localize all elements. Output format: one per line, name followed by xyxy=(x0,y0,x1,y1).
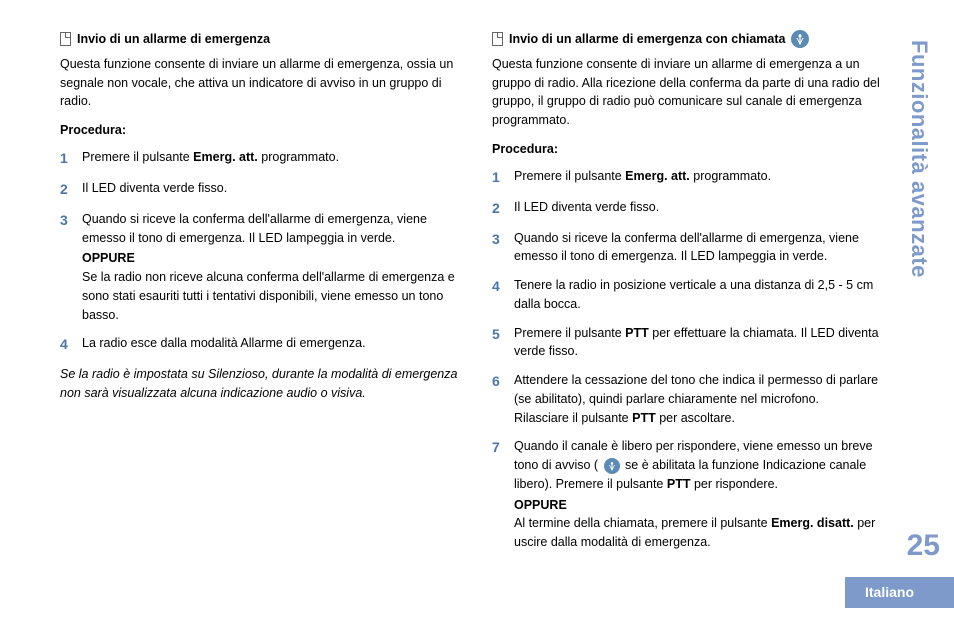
step-item: 4 Tenere la radio in posizione verticale … xyxy=(492,276,894,314)
step-number: 1 xyxy=(492,167,504,188)
antenna-icon xyxy=(791,30,809,48)
document-icon xyxy=(60,32,71,46)
left-title-text: Invio di un allarme di emergenza xyxy=(77,30,270,49)
step-item: 7 Quando il canale è libero per risponder… xyxy=(492,437,894,552)
step-body: Tenere la radio in posizione verticale a… xyxy=(514,276,894,314)
left-steps: 1 Premere il pulsante Emerg. att. program… xyxy=(60,148,462,356)
step-number: 4 xyxy=(492,276,504,297)
page-content: Invio di un allarme di emergenza Questa … xyxy=(0,0,954,592)
step-number: 7 xyxy=(492,437,504,458)
step-body: Premere il pulsante Emerg. att. programm… xyxy=(82,148,462,167)
section-sidebar-title: Funzionalità avanzate xyxy=(903,40,936,278)
right-title-text: Invio di un allarme di emergenza con chi… xyxy=(509,30,785,49)
step-number: 1 xyxy=(60,148,72,169)
left-note: Se la radio è impostata su Silenzioso, d… xyxy=(60,365,462,403)
step-item: 3 Quando si riceve la conferma dell'allar… xyxy=(60,210,462,325)
step-body: Il LED diventa verde fisso. xyxy=(82,179,462,198)
step-body: Quando si riceve la conferma dell'allarm… xyxy=(82,210,462,325)
step-item: 1 Premere il pulsante Emerg. att. program… xyxy=(492,167,894,188)
page-number: 25 xyxy=(907,523,940,568)
step-number: 2 xyxy=(60,179,72,200)
step-item: 4 La radio esce dalla modalità Allarme di… xyxy=(60,334,462,355)
step-item: 6 Attendere la cessazione del tono che in… xyxy=(492,371,894,427)
left-section-title: Invio di un allarme di emergenza xyxy=(60,30,462,49)
step-body: Premere il pulsante Emerg. att. programm… xyxy=(514,167,894,186)
step-body: Attendere la cessazione del tono che ind… xyxy=(514,371,894,427)
left-column: Invio di un allarme di emergenza Questa … xyxy=(60,30,462,562)
step-body: Premere il pulsante PTT per effettuare l… xyxy=(514,324,894,362)
step-number: 3 xyxy=(60,210,72,231)
right-proc-label: Procedura: xyxy=(492,140,894,159)
right-column: Invio di un allarme di emergenza con chi… xyxy=(492,30,894,562)
left-proc-label: Procedura: xyxy=(60,121,462,140)
step-item: 5 Premere il pulsante PTT per effettuare … xyxy=(492,324,894,362)
right-intro: Questa funzione consente di inviare un a… xyxy=(492,55,894,130)
left-intro: Questa funzione consente di inviare un a… xyxy=(60,55,462,111)
step-item: 2 Il LED diventa verde fisso. xyxy=(60,179,462,200)
language-badge: Italiano xyxy=(845,577,954,608)
right-steps: 1 Premere il pulsante Emerg. att. program… xyxy=(492,167,894,552)
step-item: 3 Quando si riceve la conferma dell'allar… xyxy=(492,229,894,267)
step-item: 2 Il LED diventa verde fisso. xyxy=(492,198,894,219)
step-number: 6 xyxy=(492,371,504,392)
step-number: 5 xyxy=(492,324,504,345)
step-number: 4 xyxy=(60,334,72,355)
step-body: La radio esce dalla modalità Allarme di … xyxy=(82,334,462,353)
step-number: 3 xyxy=(492,229,504,250)
document-icon xyxy=(492,32,503,46)
step-number: 2 xyxy=(492,198,504,219)
step-body: Il LED diventa verde fisso. xyxy=(514,198,894,217)
step-item: 1 Premere il pulsante Emerg. att. program… xyxy=(60,148,462,169)
step-body: Quando si riceve la conferma dell'allarm… xyxy=(514,229,894,267)
right-section-title: Invio di un allarme di emergenza con chi… xyxy=(492,30,894,49)
step-body: Quando il canale è libero per rispondere… xyxy=(514,437,894,552)
antenna-icon xyxy=(604,458,620,474)
